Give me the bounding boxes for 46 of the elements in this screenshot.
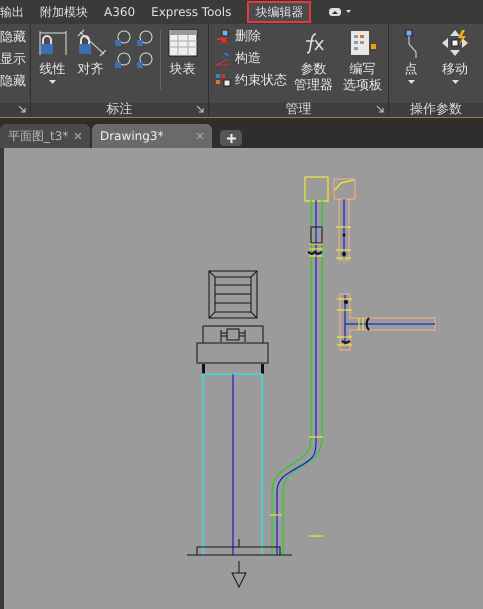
constraint-status-icon [215,73,231,89]
block-table-button[interactable]: 块表 [168,28,198,78]
visibility-button[interactable]: 隐藏 [0,30,30,46]
panel-title: 标注 [106,103,132,117]
ribbon-button[interactable]: 线性 [34,28,71,84]
linear-lock-icon [38,28,68,58]
dropdown-caret-icon [408,80,414,84]
ribbon-tab[interactable]: Express Tools [151,3,232,21]
erase-parameter-icon [215,29,231,45]
ribbon-button[interactable]: 对齐 [72,28,109,84]
ribbon-tab[interactable]: 输出 [0,3,24,21]
dialog-launcher-icon[interactable] [18,106,26,113]
dialog-launcher-icon[interactable] [197,106,204,113]
panel-title: 操作参数 [410,103,462,117]
document-tab[interactable]: 平面图_t3* [0,124,90,148]
ribbon-toggle-icon[interactable] [329,7,354,17]
construction-icon [215,51,231,67]
move-arrows-icon [440,28,470,58]
dropdown-caret-icon [49,80,56,84]
document-tab[interactable]: Drawing3* [92,124,212,148]
ribbon-button[interactable]: 编写 选项板 [340,28,385,100]
ribbon-button[interactable]: 参数 管理器 [291,28,336,100]
document-tab-label: Drawing3* [100,128,164,145]
ribbon-small-button[interactable]: 构造 [215,50,287,68]
panel-title: 管理 [286,103,312,117]
table-icon [168,28,198,58]
aligned-lock-icon [76,28,106,58]
new-tab-button[interactable] [220,130,242,146]
visibility-button[interactable]: 隐藏 [0,74,30,90]
dialog-launcher-icon[interactable] [377,106,384,113]
ribbon-tab[interactable]: A360 [104,3,136,21]
ribbon-button[interactable]: 点 [399,28,423,84]
dimension-constraint-icon[interactable] [134,30,153,48]
ribbon-small-button[interactable]: 删除 [215,28,287,46]
visibility-button[interactable]: 显示 [0,52,30,68]
close-icon[interactable] [74,132,82,140]
ribbon-small-button[interactable]: 约束状态 [215,72,287,90]
ribbon-tab[interactable]: 块编辑器 [247,1,312,23]
document-tab-label: 平面图_t3* [8,128,68,145]
dimension-constraint-icon[interactable] [112,30,131,48]
dropdown-caret-icon [452,80,458,84]
dimension-constraint-icon[interactable] [134,52,153,70]
plus-icon [226,134,236,142]
dimension-constraint-icon[interactable] [112,52,131,70]
ribbon-button[interactable]: 移动 [437,28,473,84]
ribbon-tab[interactable]: 附加模块 [40,3,88,21]
